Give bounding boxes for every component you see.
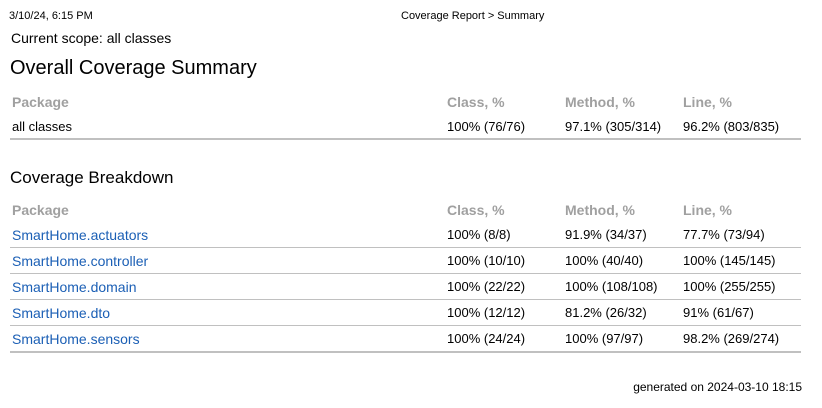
summary-table: Package Class, % Method, % Line, % all c…	[10, 90, 801, 140]
line-coverage: 98.2% (269/274)	[681, 325, 801, 353]
method-coverage: 100% (97/97)	[563, 325, 681, 353]
line-coverage: 100% (255/255)	[681, 273, 801, 300]
method-coverage: 91.9% (34/37)	[563, 222, 681, 248]
class-coverage: 100% (24/24)	[445, 325, 563, 353]
summary-package: all classes	[10, 114, 445, 140]
package-link-actuators[interactable]: SmartHome.actuators	[12, 227, 148, 243]
class-coverage: 100% (8/8)	[445, 222, 563, 248]
generated-timestamp: generated on 2024-03-10 18:15	[633, 380, 802, 394]
summary-class-coverage: 100% (76/76)	[445, 114, 563, 140]
summary-title: Overall Coverage Summary	[10, 57, 257, 79]
summary-header-row: Package Class, % Method, % Line, %	[10, 90, 801, 114]
table-row: SmartHome.domain 100% (22/22) 100% (108/…	[10, 273, 801, 300]
package-cell: SmartHome.domain	[10, 273, 445, 300]
package-cell: SmartHome.sensors	[10, 325, 445, 353]
breakdown-table: Package Class, % Method, % Line, % Smart…	[10, 198, 801, 353]
package-link-controller[interactable]: SmartHome.controller	[12, 253, 148, 269]
current-scope: Current scope: all classes	[11, 30, 172, 46]
header-class: Class, %	[447, 202, 505, 218]
header-line: Line, %	[683, 202, 733, 218]
header-method: Method, %	[565, 94, 635, 110]
breakdown-title: Coverage Breakdown	[10, 168, 174, 187]
breakdown-header-row: Package Class, % Method, % Line, %	[10, 198, 801, 222]
method-coverage: 100% (40/40)	[563, 247, 681, 274]
table-row: SmartHome.controller 100% (10/10) 100% (…	[10, 247, 801, 274]
package-cell: SmartHome.controller	[10, 247, 445, 274]
package-cell: SmartHome.actuators	[10, 222, 445, 248]
summary-row: all classes 100% (76/76) 97.1% (305/314)…	[10, 114, 801, 140]
line-coverage: 91% (61/67)	[681, 299, 801, 326]
table-row: SmartHome.sensors 100% (24/24) 100% (97/…	[10, 325, 801, 353]
package-link-domain[interactable]: SmartHome.domain	[12, 279, 137, 295]
summary-line-coverage: 96.2% (803/835)	[681, 114, 801, 140]
method-coverage: 100% (108/108)	[563, 273, 681, 300]
header-method: Method, %	[565, 202, 635, 218]
class-coverage: 100% (10/10)	[445, 247, 563, 274]
print-title: Coverage Report > Summary	[401, 10, 545, 22]
header-package: Package	[12, 94, 69, 110]
package-cell: SmartHome.dto	[10, 299, 445, 326]
class-coverage: 100% (12/12)	[445, 299, 563, 326]
summary-method-coverage: 97.1% (305/314)	[563, 114, 681, 140]
header-line: Line, %	[683, 94, 733, 110]
package-link-sensors[interactable]: SmartHome.sensors	[12, 331, 140, 347]
package-link-dto[interactable]: SmartHome.dto	[12, 305, 110, 321]
line-coverage: 100% (145/145)	[681, 247, 801, 274]
print-date: 3/10/24, 6:15 PM	[9, 10, 93, 22]
header-class: Class, %	[447, 94, 505, 110]
header-package: Package	[12, 202, 69, 218]
table-row: SmartHome.dto 100% (12/12) 81.2% (26/32)…	[10, 299, 801, 326]
class-coverage: 100% (22/22)	[445, 273, 563, 300]
method-coverage: 81.2% (26/32)	[563, 299, 681, 326]
line-coverage: 77.7% (73/94)	[681, 222, 801, 248]
table-row: SmartHome.actuators 100% (8/8) 91.9% (34…	[10, 222, 801, 248]
print-header: 3/10/24, 6:15 PM Coverage Report > Summa…	[0, 8, 822, 24]
